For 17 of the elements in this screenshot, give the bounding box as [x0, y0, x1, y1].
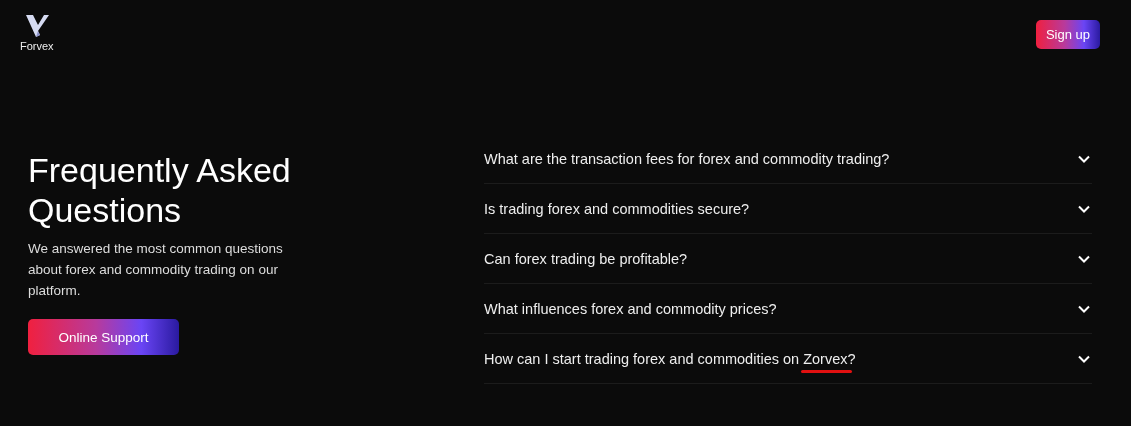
faq-title: Frequently Asked Questions: [28, 150, 292, 230]
brand-name: Forvex: [20, 40, 54, 52]
online-support-button[interactable]: Online Support: [28, 319, 179, 355]
faq-question[interactable]: Is trading forex and commodities secure?: [484, 200, 750, 217]
faq-question[interactable]: How can I start trading forex and commodities on Zorvex?: [484, 350, 856, 367]
faq-description: We answered the most common questions about forex and commodity trading on our platform.: [28, 240, 284, 300]
chevron-icon[interactable]: [1078, 304, 1090, 313]
underline-mark: [801, 369, 852, 373]
logo-icon: [23, 12, 50, 38]
chevron-icon[interactable]: [1078, 204, 1090, 213]
faq-question[interactable]: What are the transaction fees for forex and commodity trading?: [484, 150, 890, 167]
faq-question[interactable]: Can forex trading be profitable?: [484, 250, 688, 267]
chevron-icon[interactable]: [1078, 254, 1090, 263]
sign-up-button[interactable]: Sign up: [1035, 20, 1100, 49]
chevron-icon[interactable]: [1078, 154, 1090, 163]
chevron-icon[interactable]: [1078, 354, 1090, 363]
faq-question[interactable]: What influences forex and commodity prices?: [484, 300, 777, 317]
